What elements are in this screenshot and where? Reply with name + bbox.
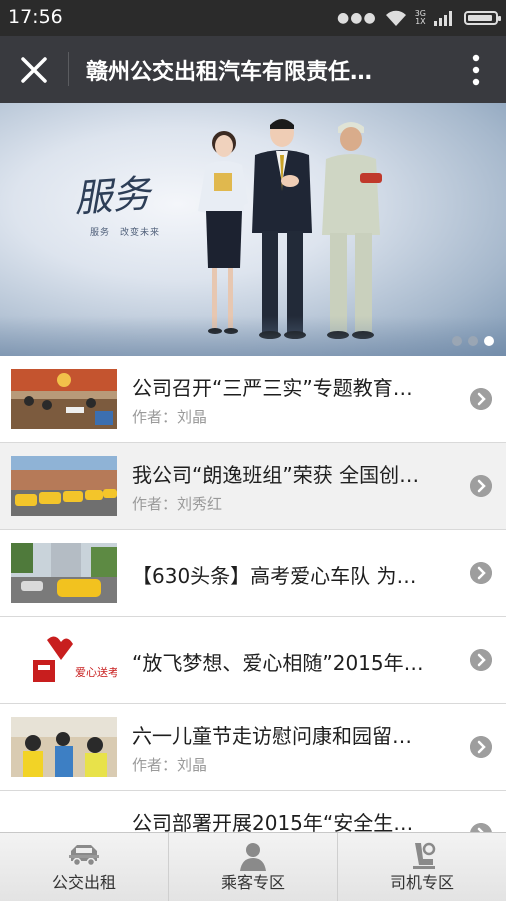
carousel-dot-3[interactable] [484, 336, 494, 346]
battery-icon [464, 11, 501, 25]
chevron-right-icon [470, 475, 492, 497]
close-icon [21, 57, 47, 83]
tab-passenger[interactable]: 乘客专区 [169, 833, 338, 901]
signal-icon [434, 11, 452, 26]
article-title: “放飞梦想、爱心相随”2015年… [132, 651, 424, 675]
wifi-icon [385, 10, 406, 26]
tab-label: 公交出租 [51, 873, 116, 892]
list-item[interactable]: 公司部署开展2015年“安全生… [0, 791, 506, 832]
love-exam-logo-thumbnail: 爱心送考 [11, 630, 117, 690]
article-title: 公司召开“三严三实”专题教育… [132, 376, 413, 400]
tab-label: 司机专区 [389, 873, 454, 892]
status-time: 17:56 [8, 6, 63, 28]
list-item[interactable]: 六一儿童节走访慰问康和园留… 作者：刘晶 [0, 704, 506, 791]
passenger-icon [240, 843, 266, 871]
tab-label: 乘客专区 [220, 873, 285, 892]
notification-dots-icon: ●●● [337, 10, 377, 26]
driver-seat-icon [413, 842, 436, 869]
bottom-tab-bar: 公交出租 乘客专区 司机专区 [0, 832, 506, 901]
page-title: 赣州公交出租汽车有限责任… [86, 60, 373, 85]
close-button[interactable] [14, 50, 54, 90]
network-type-1x: 1X [415, 17, 426, 26]
street-taxi-photo-thumbnail [11, 543, 117, 603]
children-photo-thumbnail [11, 717, 117, 777]
bus-taxi-icon [69, 845, 99, 867]
taxi-fleet-photo-thumbnail [11, 456, 117, 516]
article-title: 公司部署开展2015年“安全生… [132, 811, 414, 832]
more-button[interactable] [464, 50, 488, 90]
article-author: 作者：刘秀红 [132, 495, 223, 513]
status-bar: 17:56 ●●● 3G 1X [0, 0, 506, 36]
chevron-right-icon [470, 823, 492, 832]
list-item[interactable]: 公司召开“三严三实”专题教育… 作者：刘晶 [0, 356, 506, 443]
carousel-indicators[interactable] [452, 336, 494, 346]
article-author: 作者：刘晶 [132, 756, 208, 774]
tab-bus-taxi[interactable]: 公交出租 [0, 833, 169, 901]
chevron-right-icon [470, 649, 492, 671]
meeting-photo-thumbnail [11, 369, 117, 429]
banner-carousel[interactable]: 服务 服务 改变未来 [0, 103, 506, 356]
love-exam-logo-text: 爱心送考 [75, 665, 117, 679]
article-title: 【630头条】高考爱心车队 为… [132, 564, 417, 588]
list-item[interactable]: 我公司“朗逸班组”荣获 全国创… 作者：刘秀红 [0, 443, 506, 530]
more-vertical-icon [472, 54, 480, 86]
carousel-dot-2[interactable] [468, 336, 478, 346]
chevron-right-icon [470, 562, 492, 584]
tab-driver[interactable]: 司机专区 [338, 833, 506, 901]
status-icons: ●●● 3G 1X [337, 8, 501, 28]
chevron-right-icon [470, 388, 492, 410]
list-item[interactable]: 爱心送考 “放飞梦想、爱心相随”2015年… [0, 617, 506, 704]
article-title: 六一儿童节走访慰问康和园留… [132, 724, 412, 748]
title-bar: 赣州公交出租汽车有限责任… [0, 36, 506, 103]
carousel-dot-1[interactable] [452, 336, 462, 346]
title-divider [68, 52, 69, 86]
article-title: 我公司“朗逸班组”荣获 全国创… [132, 463, 420, 487]
article-list: 公司召开“三严三实”专题教育… 作者：刘晶 我公司“朗逸班组”荣获 全国创… 作… [0, 356, 506, 832]
chevron-right-icon [470, 736, 492, 758]
banner-floor [0, 316, 506, 356]
list-item[interactable]: 【630头条】高考爱心车队 为… [0, 530, 506, 617]
article-author: 作者：刘晶 [132, 408, 208, 426]
network-type: 3G 1X [415, 10, 426, 26]
